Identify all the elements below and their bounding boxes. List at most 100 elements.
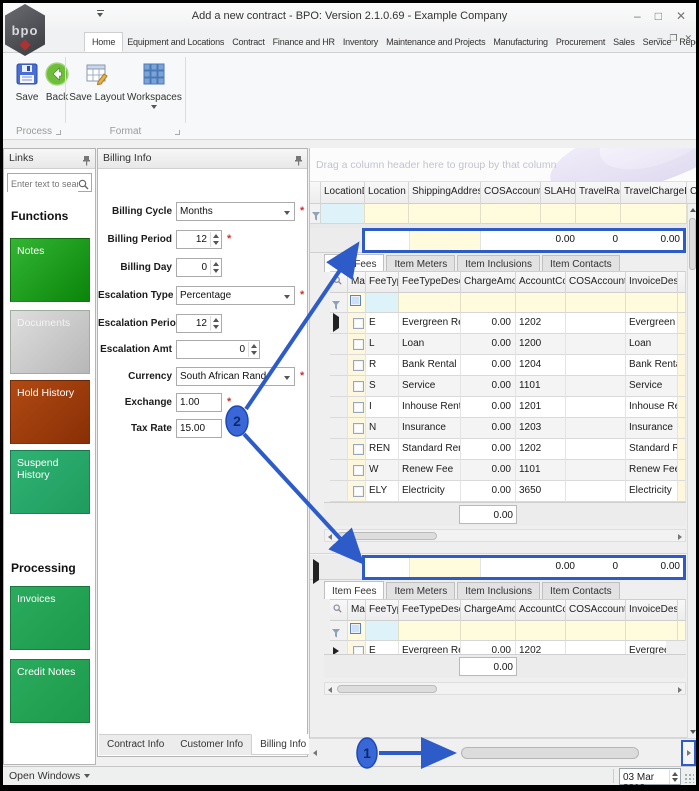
escalation-amt-stepper[interactable]: 0 <box>176 340 260 359</box>
spinner-icons[interactable] <box>248 342 258 357</box>
charge-amount-cell[interactable]: 0.00 <box>461 418 516 439</box>
charge-amount-cell[interactable]: 0.00 <box>461 397 516 418</box>
currency-dropdown[interactable]: South African Rand <box>176 367 295 386</box>
charge-amount-cell[interactable]: 0.00 <box>461 641 516 654</box>
fee-type-desc-cell[interactable]: Loan <box>399 334 461 355</box>
processing-link-button[interactable]: Invoices <box>10 586 90 650</box>
ribbon-tab[interactable]: Inventory <box>339 33 382 52</box>
checkbox[interactable] <box>353 339 364 350</box>
checkbox[interactable] <box>353 318 364 329</box>
spinner-icons[interactable] <box>210 232 220 247</box>
bottom-horizontal-scrollbar[interactable] <box>309 738 696 766</box>
column-header[interactable]: Cata <box>687 182 696 204</box>
cos-account-code-cell[interactable] <box>566 355 626 376</box>
fee-type-cell[interactable]: L <box>366 334 399 355</box>
process-dialog-launcher-icon[interactable] <box>56 130 61 135</box>
column-header[interactable]: COSAccountCode <box>566 599 626 621</box>
scrollbar-thumb[interactable] <box>337 685 437 693</box>
charge-amount-cell[interactable]: 0.00 <box>461 334 516 355</box>
filter-cell[interactable] <box>365 204 409 224</box>
grid-search-icon-cell[interactable] <box>330 599 348 621</box>
minimize-button[interactable]: – <box>634 3 641 30</box>
fee-type-desc-cell[interactable]: Service <box>399 376 461 397</box>
panel-tab[interactable]: Contract Info <box>99 735 172 755</box>
account-code-cell[interactable]: 1101 <box>516 460 566 481</box>
child-minimize-button[interactable]: – <box>657 33 662 44</box>
fee-table-row[interactable]: E Evergreen Rental 0.00 1202 Evergreen R… <box>330 313 686 334</box>
filter-cell[interactable] <box>399 621 461 641</box>
column-header[interactable]: TravelChargeRate <box>621 182 687 204</box>
charge-amount-cell[interactable]: 0.00 <box>461 481 516 502</box>
account-code-cell[interactable]: 1203 <box>516 418 566 439</box>
ribbon-tab[interactable]: Manufacturing <box>489 33 551 52</box>
pin-icon[interactable] <box>295 154 302 173</box>
marked-cell[interactable] <box>348 355 366 376</box>
filter-cell[interactable] <box>516 293 566 313</box>
fee-table-row[interactable]: R Bank Rental 0.00 1204 Bank Rental <box>330 355 686 376</box>
column-header[interactable]: FeeType <box>366 271 399 293</box>
filter-cell[interactable] <box>481 204 541 224</box>
ribbon-tab[interactable]: Finance and HR <box>269 33 339 52</box>
filter-cell[interactable] <box>321 204 365 224</box>
column-header[interactable]: COSAccountCode <box>481 182 541 204</box>
account-code-cell[interactable]: 1201 <box>516 397 566 418</box>
invoice-description-cell[interactable]: Insurance <box>626 418 678 439</box>
fee-type-cell[interactable]: I <box>366 397 399 418</box>
cos-account-code-cell[interactable] <box>566 397 626 418</box>
maximize-button[interactable]: □ <box>655 3 662 30</box>
fee-type-desc-cell[interactable]: Evergreen Rental <box>399 313 461 334</box>
function-link-button[interactable]: Suspend History <box>10 450 90 514</box>
filter-cell[interactable] <box>566 621 626 641</box>
group-by-band[interactable]: Drag a column header here to group by th… <box>310 148 696 182</box>
filter-cell[interactable] <box>461 621 516 641</box>
column-header[interactable]: InvoiceDescription <box>626 599 678 621</box>
fee-type-cell[interactable]: S <box>366 376 399 397</box>
open-windows-button[interactable]: Open Windows <box>9 770 90 782</box>
billing-period-stepper[interactable]: 12 <box>176 230 222 249</box>
charge-amount-cell[interactable]: 0.00 <box>461 376 516 397</box>
ribbon-tab[interactable]: Procurement <box>552 33 609 52</box>
grid-search-icon-cell[interactable] <box>330 271 348 293</box>
charge-amount-cell[interactable]: 0.00 <box>461 439 516 460</box>
detail-tab[interactable]: Item Inclusions <box>457 582 540 600</box>
scrollbar-thumb[interactable] <box>337 532 437 540</box>
column-header[interactable]: LocationDesc <box>321 182 365 204</box>
filter-cell[interactable] <box>399 293 461 313</box>
filter-cell[interactable] <box>348 293 366 313</box>
charge-amount-cell[interactable]: 0.00 <box>461 313 516 334</box>
account-code-cell[interactable]: 1200 <box>516 334 566 355</box>
column-header[interactable]: FeeType <box>366 599 399 621</box>
checkbox[interactable] <box>353 423 364 434</box>
cos-account-code-cell[interactable] <box>566 641 626 654</box>
escalation-period-stepper[interactable]: 12 <box>176 314 222 333</box>
fee-type-desc-cell[interactable]: Standard Rentals <box>399 439 461 460</box>
detail-tab[interactable]: Item Meters <box>386 582 455 600</box>
exchange-field[interactable]: 1.00 <box>176 393 222 412</box>
fee-table-row[interactable]: I Inhouse Rental 0.00 1201 Inhouse Renta… <box>330 397 686 418</box>
column-header[interactable]: ShippingAddress <box>409 182 481 204</box>
ribbon-tab[interactable]: Home <box>84 32 123 52</box>
filter-cell[interactable] <box>366 293 399 313</box>
column-header[interactable]: TravelRadius <box>576 182 621 204</box>
fee-type-desc-cell[interactable]: Inhouse Rental <box>399 397 461 418</box>
processing-link-button[interactable]: Credit Notes <box>10 659 90 723</box>
scroll-right-icon[interactable] <box>678 534 682 540</box>
checkbox[interactable] <box>353 360 364 371</box>
shipping-address-cell[interactable] <box>409 558 481 577</box>
fee-table-row[interactable]: ELY Electricity 0.00 3650 Electricity <box>330 481 686 502</box>
filter-icon-cell[interactable] <box>310 204 321 224</box>
fee-type-desc-cell[interactable]: Electricity <box>399 481 461 502</box>
date-picker[interactable]: 03 Mar 2019 <box>619 768 681 785</box>
fee-type-cell[interactable]: N <box>366 418 399 439</box>
grid-vertical-scrollbar[interactable] <box>687 204 696 738</box>
filter-cell[interactable] <box>566 293 626 313</box>
checkbox[interactable] <box>353 646 364 654</box>
checkbox[interactable] <box>350 295 361 306</box>
fee-type-desc-cell[interactable]: Bank Rental <box>399 355 461 376</box>
column-header[interactable]: InvoiceDescription <box>626 271 678 293</box>
links-search-box[interactable] <box>7 173 92 192</box>
pin-icon[interactable] <box>83 154 90 173</box>
detail-tab[interactable]: Item Contacts <box>542 582 620 600</box>
marked-cell[interactable] <box>348 376 366 397</box>
checkbox[interactable] <box>353 381 364 392</box>
